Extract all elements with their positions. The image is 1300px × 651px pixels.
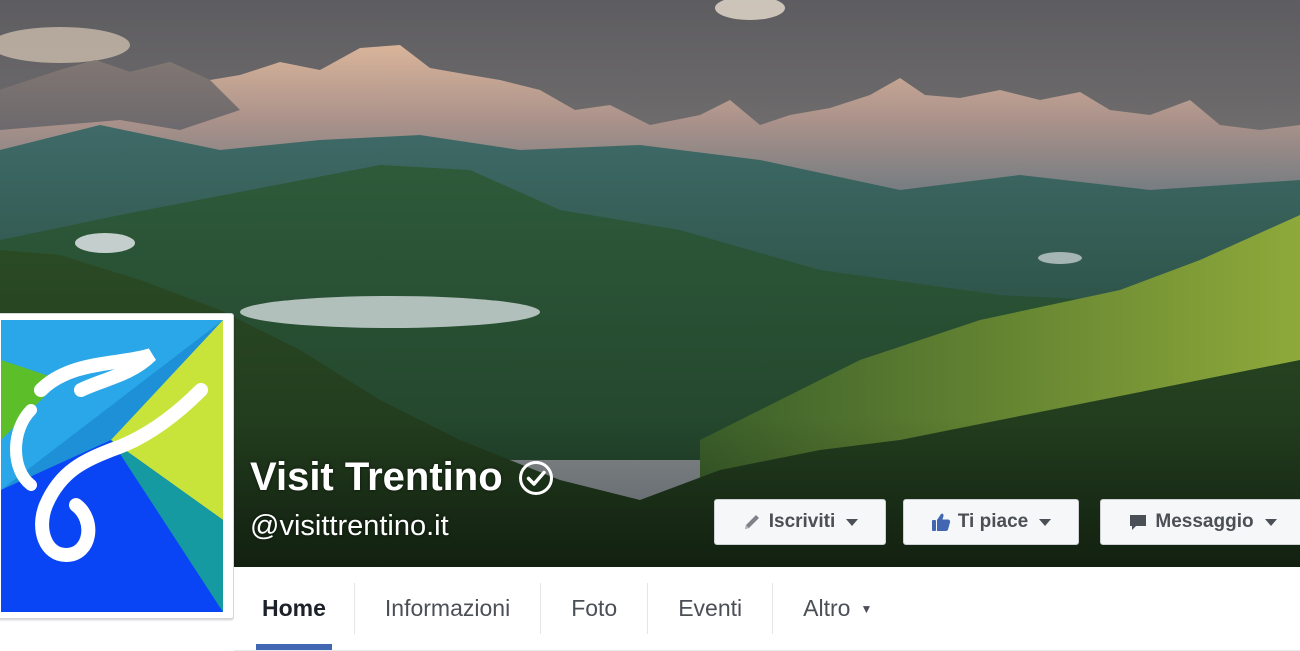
tab-informazioni[interactable]: Informazioni	[355, 567, 540, 650]
verified-badge-icon	[518, 460, 553, 495]
pencil-icon	[744, 515, 759, 529]
message-button[interactable]: Messaggio	[1100, 499, 1300, 545]
page-name-text[interactable]: Visit Trentino	[250, 455, 503, 500]
tab-home[interactable]: Home	[234, 567, 354, 650]
page-username[interactable]: @visittrentino.it	[250, 510, 449, 543]
message-button-label: Messaggio	[1155, 511, 1254, 532]
chevron-down-icon	[1264, 519, 1277, 526]
tab-home-label: Home	[262, 595, 326, 621]
thumbs-up-icon	[931, 513, 950, 531]
tab-informazioni-label: Informazioni	[384, 595, 511, 621]
tab-foto-label: Foto	[571, 595, 618, 621]
like-button[interactable]: Ti piace	[903, 499, 1079, 545]
page-tabs: Home Informazioni Foto Eventi Altro ▼	[234, 567, 1300, 651]
profile-picture[interactable]	[0, 313, 234, 619]
chevron-down-icon	[846, 519, 859, 526]
tab-eventi[interactable]: Eventi	[648, 567, 772, 650]
caret-down-icon: ▼	[860, 601, 873, 616]
subscribe-button-label: Iscriviti	[768, 511, 836, 532]
page-title[interactable]: Visit Trentino	[250, 455, 555, 500]
tab-eventi-label: Eventi	[678, 595, 743, 621]
message-icon	[1130, 515, 1147, 530]
tab-altro[interactable]: Altro ▼	[773, 567, 902, 650]
subscribe-button[interactable]: Iscriviti	[714, 499, 886, 545]
tab-foto[interactable]: Foto	[541, 567, 647, 650]
tab-altro-label: Altro	[803, 595, 851, 621]
chevron-down-icon	[1039, 519, 1052, 526]
trentino-logo-icon	[1, 320, 223, 612]
like-button-label: Ti piace	[957, 511, 1029, 532]
